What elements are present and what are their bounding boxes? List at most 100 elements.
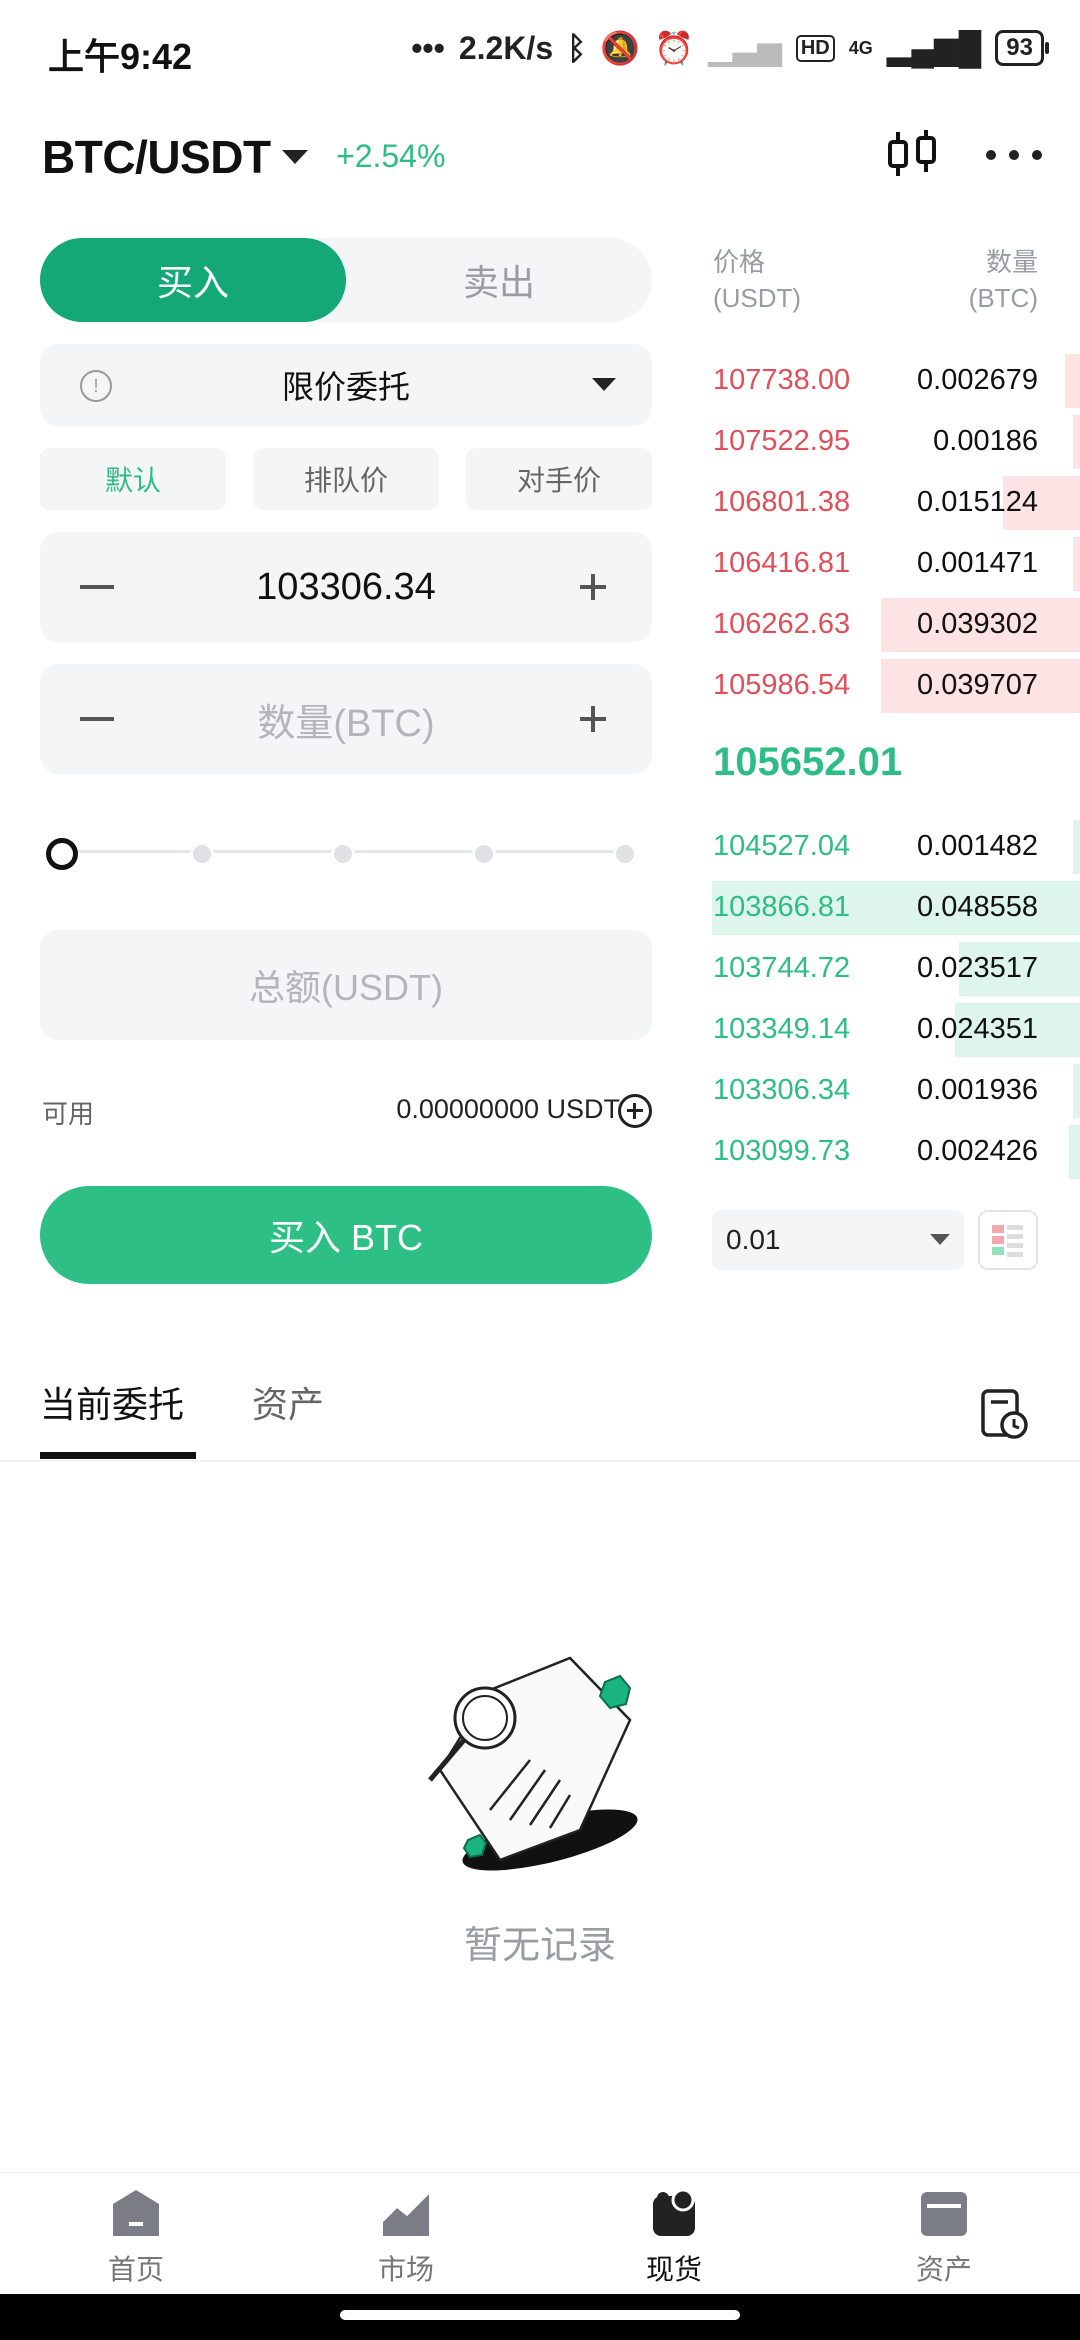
status-icons: ••• 2.2K/s ᛒ 🔕 ⏰ ▁▃▅ HD 4G ▂▄▆█ 93	[411, 26, 1049, 70]
nav-spot-label: 现货	[645, 2254, 702, 2285]
ask-depth-bar	[1065, 354, 1080, 408]
more-options-icon[interactable]	[986, 150, 1042, 162]
nav-home[interactable]: 首页	[76, 2186, 196, 2296]
empty-state-text: 暂无记录	[463, 1925, 616, 1967]
alarm-icon: ⏰	[654, 30, 694, 66]
bid-row[interactable]: 103349.14 0.024351	[712, 999, 1080, 1060]
ask-price: 107522.95	[713, 425, 851, 457]
network-type: 4G	[848, 37, 873, 58]
hd-icon: HD	[795, 34, 835, 62]
ask-qty: 0.039707	[917, 669, 1038, 701]
ask-qty: 0.039302	[917, 608, 1038, 640]
slider-step-50[interactable]	[331, 842, 355, 866]
nav-market-label: 市场	[377, 2254, 434, 2285]
candlestick-chart-icon[interactable]	[882, 124, 942, 184]
ask-price: 106416.81	[713, 547, 851, 579]
price-header-unit: (USDT)	[713, 283, 802, 313]
bid-depth-bar	[1069, 1125, 1080, 1179]
price-header-label: 价格	[713, 247, 766, 277]
pair-change: +2.54%	[336, 138, 446, 174]
add-funds-icon[interactable]	[618, 1094, 652, 1128]
nav-spot[interactable]: 现货	[614, 2186, 734, 2296]
wallet-icon	[921, 2192, 967, 2236]
bid-depth-bar	[1073, 1064, 1080, 1118]
orderbook-layout-button[interactable]	[978, 1210, 1038, 1270]
buy-button[interactable]: 买入 BTC	[40, 1186, 652, 1284]
bid-qty: 0.002426	[917, 1135, 1038, 1167]
bid-row[interactable]: 103306.34 0.001936	[712, 1060, 1080, 1121]
amount-input[interactable]: 数量(BTC)	[40, 664, 652, 774]
ask-row[interactable]: 105986.54 0.039707	[712, 655, 1080, 716]
tab-assets[interactable]: 资产	[252, 1376, 324, 1428]
battery-level: 93	[1006, 34, 1033, 61]
price-mode-default[interactable]: 默认	[40, 448, 226, 510]
empty-records-illustration	[428, 1656, 638, 1871]
status-time: 上午9:42	[48, 36, 193, 77]
nav-market[interactable]: 市场	[346, 2186, 466, 2296]
slider-step-25[interactable]	[190, 842, 214, 866]
bid-price: 103866.81	[713, 891, 851, 923]
order-history-icon[interactable]	[980, 1386, 1030, 1442]
nav-assets[interactable]: 资产	[884, 2186, 1004, 2296]
slider-step-100[interactable]	[613, 842, 637, 866]
more-notifications-icon: •••	[411, 29, 445, 66]
ask-row[interactable]: 107522.95 0.00186	[712, 411, 1080, 472]
chevron-down-icon	[930, 1234, 950, 1245]
bid-qty: 0.001482	[917, 830, 1038, 862]
tab-current-orders[interactable]: 当前委托	[40, 1376, 184, 1428]
plus-icon	[591, 574, 595, 600]
ask-qty: 0.00186	[933, 425, 1038, 457]
orderbook-price-header: 价格 (USDT)	[713, 244, 801, 316]
pair-dropdown-icon[interactable]	[282, 150, 308, 164]
slider-step-75[interactable]	[472, 842, 496, 866]
signal-icon: ▁▃▅	[708, 30, 782, 66]
price-mode-queue[interactable]: 排队价	[253, 448, 439, 510]
buy-tab[interactable]: 买入	[40, 238, 346, 322]
pair-title[interactable]: BTC/USDT	[42, 130, 271, 184]
nav-home-label: 首页	[107, 2254, 164, 2285]
bid-row[interactable]: 103744.72 0.023517	[712, 938, 1080, 999]
ask-qty: 0.015124	[917, 486, 1038, 518]
last-price: 105652.01	[713, 740, 903, 784]
active-tab-indicator	[40, 1452, 196, 1459]
ask-depth-bar	[1073, 537, 1080, 591]
ask-qty: 0.002679	[917, 364, 1038, 396]
bid-qty: 0.024351	[917, 1013, 1038, 1045]
orderbook-layout-icon	[992, 1225, 1023, 1257]
bid-price: 103306.34	[713, 1074, 851, 1106]
battery-icon: 93	[995, 30, 1049, 66]
available-value: 0.00000000 USDT	[396, 1094, 620, 1124]
home-icon	[113, 2190, 159, 2236]
ask-price: 107738.00	[713, 364, 851, 396]
available-label: 可用	[42, 1099, 95, 1129]
signal-strength-icon: ▂▄▆█	[886, 30, 982, 66]
price-mode-counterparty[interactable]: 对手价	[466, 448, 652, 510]
price-input[interactable]: 103306.34	[40, 532, 652, 642]
spot-icon	[653, 2188, 695, 2236]
bid-qty: 0.023517	[917, 952, 1038, 984]
amount-slider-handle[interactable]	[46, 838, 78, 870]
market-chart-icon	[381, 2190, 431, 2236]
total-input[interactable]: 总额(USDT)	[40, 930, 652, 1040]
divider	[0, 1460, 1080, 1462]
bid-price: 104527.04	[713, 830, 851, 862]
bid-row[interactable]: 104527.04 0.001482	[712, 816, 1080, 877]
ask-row[interactable]: 106262.63 0.039302	[712, 594, 1080, 655]
sell-tab[interactable]: 卖出	[346, 238, 652, 322]
bid-row[interactable]: 103866.81 0.048558	[712, 877, 1080, 938]
qty-header-label: 数量	[985, 247, 1038, 277]
bid-price: 103744.72	[713, 952, 851, 984]
nav-assets-label: 资产	[915, 2254, 972, 2285]
bid-row[interactable]: 103099.73 0.002426	[712, 1121, 1080, 1182]
orderbook-qty-header: 数量 (BTC)	[969, 244, 1038, 316]
ask-row[interactable]: 107738.00 0.002679	[712, 350, 1080, 411]
bid-price: 103099.73	[713, 1135, 851, 1167]
home-indicator[interactable]	[340, 2310, 740, 2320]
order-type-label: 限价委托	[281, 369, 410, 405]
ask-price: 105986.54	[713, 669, 851, 701]
ask-qty: 0.001471	[917, 547, 1038, 579]
mute-bell-icon: 🔕	[600, 30, 641, 66]
bid-price: 103349.14	[713, 1013, 851, 1045]
ask-row[interactable]: 106801.38 0.015124	[712, 472, 1080, 533]
ask-row[interactable]: 106416.81 0.001471	[712, 533, 1080, 594]
